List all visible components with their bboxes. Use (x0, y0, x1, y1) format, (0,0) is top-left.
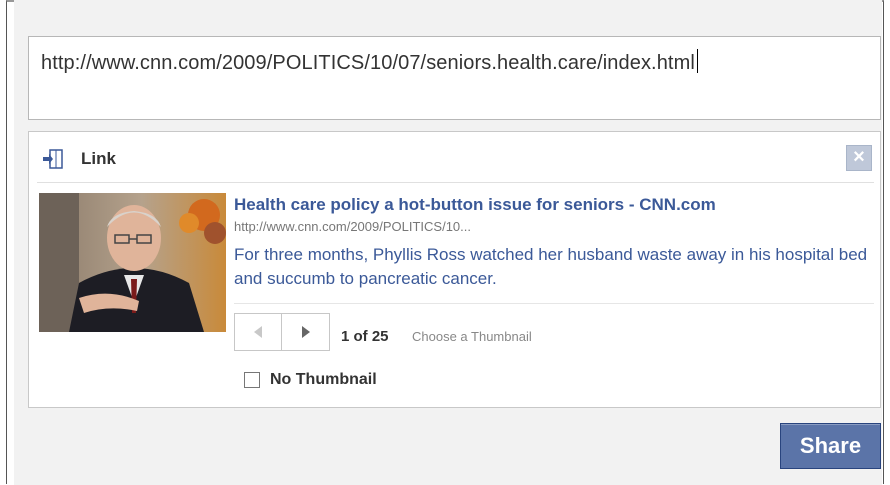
prev-thumbnail-button[interactable] (234, 313, 282, 351)
attachment-type-label: Link (81, 149, 116, 168)
url-input-text[interactable]: http://www.cnn.com/2009/POLITICS/10/07/s… (41, 49, 698, 75)
url-value: http://www.cnn.com/2009/POLITICS/10/07/s… (41, 52, 695, 74)
link-attachment-card: Link × Health care policy a hot-button i… (28, 131, 881, 408)
link-thumbnail (39, 193, 226, 332)
thumbnail-pager (234, 313, 330, 351)
prev-arrow-icon (254, 326, 262, 338)
text-caret (696, 49, 698, 73)
share-button[interactable]: Share (780, 423, 881, 469)
close-icon[interactable]: × (846, 145, 872, 171)
choose-thumbnail-label: Choose a Thumbnail (412, 329, 532, 344)
next-thumbnail-button[interactable] (282, 313, 330, 351)
no-thumbnail-option[interactable]: No Thumbnail (244, 371, 377, 389)
divider (37, 182, 874, 183)
link-icon (43, 149, 63, 169)
next-arrow-icon (301, 326, 310, 338)
no-thumbnail-checkbox[interactable] (244, 372, 260, 388)
thumbnail-image (39, 193, 226, 332)
status-url-input[interactable]: http://www.cnn.com/2009/POLITICS/10/07/s… (28, 36, 881, 120)
attachment-header: Link (41, 148, 116, 170)
divider (234, 303, 874, 304)
thumbnail-counter: 1 of 25 (341, 328, 389, 345)
link-headline[interactable]: Health care policy a hot-button issue fo… (234, 195, 716, 215)
link-description[interactable]: For three months, Phyllis Ross watched h… (234, 243, 869, 291)
no-thumbnail-label[interactable]: No Thumbnail (270, 371, 377, 389)
link-url: http://www.cnn.com/2009/POLITICS/10... (234, 219, 471, 234)
